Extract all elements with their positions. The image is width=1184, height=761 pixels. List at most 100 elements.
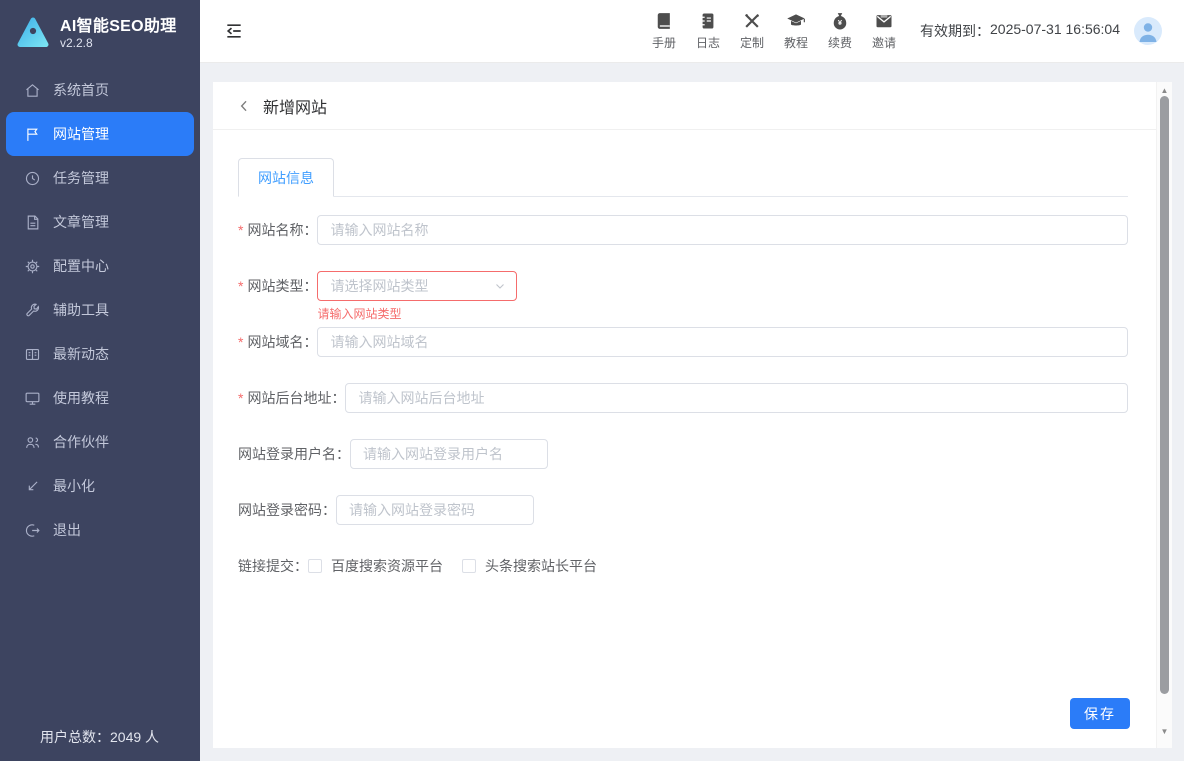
- log-journal-icon: [698, 11, 718, 31]
- login-username-input[interactable]: [350, 439, 548, 469]
- vertical-scrollbar[interactable]: ▲ ▼: [1156, 82, 1172, 748]
- form-row-admin-url: * 网站后台地址：: [238, 383, 1128, 413]
- partners-icon: [24, 434, 41, 451]
- field-label: 链接提交：: [238, 556, 308, 576]
- required-mark: *: [238, 222, 243, 238]
- scrollbar-thumb[interactable]: [1160, 96, 1169, 694]
- sidebar-item-minimize[interactable]: 最小化: [0, 464, 200, 508]
- expiry-value: 2025-07-31 16:56:04: [990, 21, 1120, 41]
- toolbar-label: 邀请: [872, 34, 896, 51]
- checkbox-label: 头条搜索站长平台: [485, 556, 597, 576]
- sidebar-item-label: 配置中心: [53, 256, 109, 276]
- toolbar-label: 教程: [784, 34, 808, 51]
- app-logo: AI智能SEO助理 v2.2.8: [0, 0, 200, 66]
- sidebar-item-latest-news[interactable]: 最新动态: [0, 332, 200, 376]
- expiry-label: 有效期到：: [920, 21, 990, 41]
- logout-icon: [24, 522, 41, 539]
- checkbox-toutiao-platform[interactable]: 头条搜索站长平台: [462, 556, 597, 576]
- toolbar-label: 续费: [828, 34, 852, 51]
- login-password-input[interactable]: [336, 495, 534, 525]
- toolbar-tutorial[interactable]: 教程: [778, 11, 814, 51]
- sidebar-item-home[interactable]: 系统首页: [0, 68, 200, 112]
- sidebar-item-article-management[interactable]: 文章管理: [0, 200, 200, 244]
- form-row-login-username: 网站登录用户名：: [238, 439, 1128, 469]
- sidebar-item-tools[interactable]: 辅助工具: [0, 288, 200, 332]
- sidebar-item-config-center[interactable]: 配置中心: [0, 244, 200, 288]
- checkbox-box[interactable]: [308, 559, 322, 573]
- validation-error: 请输入网站类型: [317, 305, 401, 322]
- renew-moneybag-icon: ¥: [830, 11, 850, 31]
- site-domain-input[interactable]: [317, 327, 1128, 357]
- sidebar-item-tutorial[interactable]: 使用教程: [0, 376, 200, 420]
- flag-icon: [24, 126, 41, 143]
- sidebar-item-exit[interactable]: 退出: [0, 508, 200, 552]
- field-label: 网站类型：: [247, 276, 317, 296]
- field-label: 网站后台地址：: [247, 388, 345, 408]
- news-icon: [24, 346, 41, 363]
- app-title: AI智能SEO助理: [60, 17, 177, 36]
- tab-website-info[interactable]: 网站信息: [238, 158, 334, 197]
- form-row-site-domain: * 网站域名：: [238, 327, 1128, 357]
- user-avatar[interactable]: [1134, 17, 1162, 45]
- sidebar-item-label: 最小化: [53, 476, 95, 496]
- sidebar-item-task-management[interactable]: 任务管理: [0, 156, 200, 200]
- site-name-input[interactable]: [317, 215, 1128, 245]
- field-label: 网站登录密码：: [238, 500, 336, 520]
- user-avatar-icon: [1134, 17, 1162, 45]
- manual-book-icon: [654, 11, 674, 31]
- toolbar-label: 手册: [652, 34, 676, 51]
- checkbox-baidu-platform[interactable]: 百度搜索资源平台: [308, 556, 443, 576]
- form-row-site-name: * 网站名称：: [238, 215, 1128, 245]
- clock-icon: [24, 170, 41, 187]
- page-title-bar: 新增网站: [213, 82, 1172, 130]
- required-mark: *: [238, 334, 243, 350]
- back-button[interactable]: [237, 99, 251, 113]
- user-total-count: 用户总数：2049 人: [0, 727, 200, 747]
- required-mark: *: [238, 390, 243, 406]
- select-placeholder: 请选择网站类型: [330, 276, 494, 296]
- main-content-card: 新增网站 网站信息 * 网站名称： * 网站类型： 请选择网站类型 请输入网站类…: [213, 82, 1172, 748]
- top-header: 手册 日志 定制 教程 ¥ 续费 邀请 有效期到： 2025-07-31 16:…: [200, 0, 1184, 63]
- checkbox-box[interactable]: [462, 559, 476, 573]
- document-icon: [24, 214, 41, 231]
- sidebar-menu: 系统首页 网站管理 任务管理 文章管理 配置中心 辅助工具 最新动态 使用教程: [0, 68, 200, 552]
- header-right: 手册 日志 定制 教程 ¥ 续费 邀请 有效期到： 2025-07-31 16:…: [638, 11, 1184, 51]
- toolbar-renew[interactable]: ¥ 续费: [822, 11, 858, 51]
- scroll-down-arrow-icon[interactable]: ▼: [1157, 727, 1172, 737]
- toolbar-label: 日志: [696, 34, 720, 51]
- admin-url-input[interactable]: [345, 383, 1128, 413]
- scroll-up-arrow-icon[interactable]: ▲: [1157, 86, 1172, 96]
- toolbar-customize[interactable]: 定制: [734, 11, 770, 51]
- home-icon: [24, 82, 41, 99]
- add-website-form: * 网站名称： * 网站类型： 请选择网站类型 请输入网站类型 * 网站域名：: [238, 215, 1128, 581]
- app-version: v2.2.8: [60, 36, 177, 50]
- sidebar-collapse-icon[interactable]: [224, 21, 244, 41]
- page-title: 新增网站: [263, 94, 327, 118]
- app-logo-icon: [15, 17, 51, 49]
- field-label: 网站登录用户名：: [238, 444, 350, 464]
- site-type-select[interactable]: 请选择网站类型: [317, 271, 517, 301]
- sidebar: AI智能SEO助理 v2.2.8 系统首页 网站管理 任务管理 文章管理 配置中…: [0, 0, 200, 761]
- license-expiry: 有效期到： 2025-07-31 16:56:04: [920, 21, 1120, 41]
- field-label: 网站名称：: [247, 220, 317, 240]
- sidebar-item-website-management[interactable]: 网站管理: [6, 112, 194, 156]
- sidebar-item-label: 使用教程: [53, 388, 109, 408]
- sidebar-item-partners[interactable]: 合作伙伴: [0, 420, 200, 464]
- sidebar-item-label: 网站管理: [53, 124, 109, 144]
- tutorial-cap-icon: [786, 11, 806, 31]
- form-area: 网站信息 * 网站名称： * 网站类型： 请选择网站类型 请输入网站类型: [213, 130, 1172, 581]
- toolbar-log[interactable]: 日志: [690, 11, 726, 51]
- chevron-down-icon: [494, 280, 506, 292]
- sidebar-item-label: 文章管理: [53, 212, 109, 232]
- tab-bar: 网站信息: [238, 158, 1128, 197]
- field-label: 网站域名：: [247, 332, 317, 352]
- sidebar-item-label: 合作伙伴: [53, 432, 109, 452]
- save-button[interactable]: 保存: [1070, 698, 1130, 729]
- form-row-link-submit: 链接提交： 百度搜索资源平台 头条搜索站长平台: [238, 551, 1128, 581]
- toolbar-invite[interactable]: 邀请: [866, 11, 902, 51]
- toolbar-manual[interactable]: 手册: [646, 11, 682, 51]
- form-row-login-password: 网站登录密码：: [238, 495, 1128, 525]
- minimize-icon: [24, 478, 41, 495]
- invite-envelope-icon: [874, 11, 894, 31]
- form-row-site-type: * 网站类型： 请选择网站类型 请输入网站类型: [238, 271, 1128, 301]
